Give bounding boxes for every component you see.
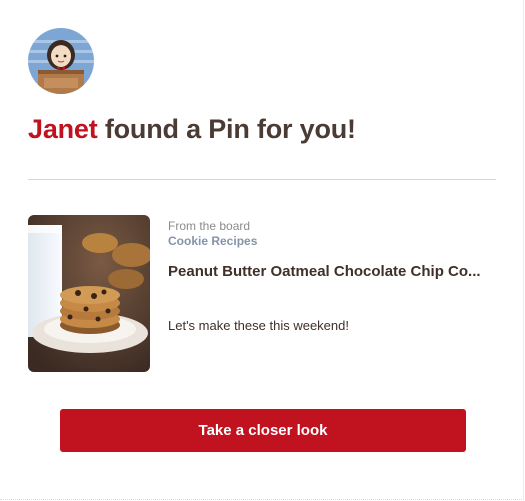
divider (28, 179, 496, 180)
pin-image[interactable] (28, 215, 150, 372)
take-closer-look-button[interactable]: Take a closer look (60, 409, 466, 452)
headline-text: found a Pin for you! (97, 114, 356, 144)
girl-avatar-icon (28, 28, 94, 94)
pin-note: Let's make these this weekend! (168, 318, 349, 333)
email-card: Janet found a Pin for you! From the boar… (0, 0, 524, 500)
board-prefix: From the board (168, 219, 251, 233)
cookie-stack-image (28, 215, 150, 372)
board-link[interactable]: Cookie Recipes (168, 234, 257, 248)
pin-title[interactable]: Peanut Butter Oatmeal Chocolate Chip Co.… (168, 263, 488, 281)
headline: Janet found a Pin for you! (28, 114, 356, 145)
sender-avatar[interactable] (28, 28, 94, 94)
sender-name[interactable]: Janet (28, 114, 98, 144)
